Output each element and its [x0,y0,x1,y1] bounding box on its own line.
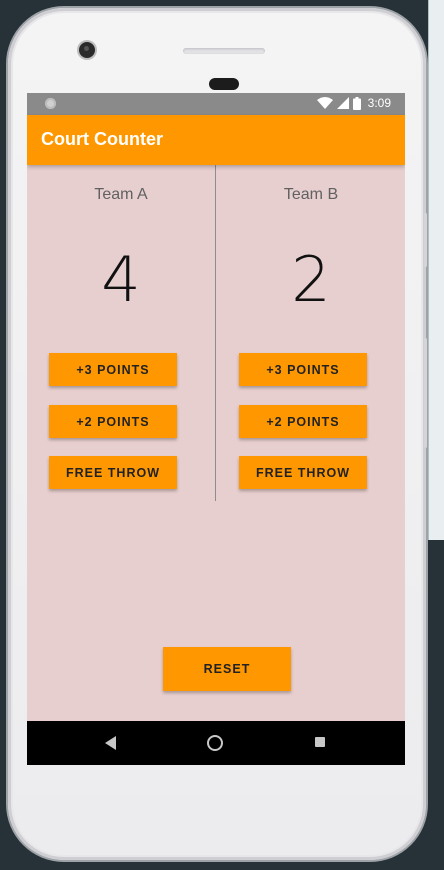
team-b-free-throw-button[interactable]: FREE THROW [239,456,367,489]
front-camera-icon [79,42,95,58]
speaker-grille [183,48,265,54]
earpiece-icon [209,78,239,90]
wifi-icon [316,97,333,109]
status-bar: 3:09 [27,93,405,115]
team-a-score: 4 [101,243,141,316]
app-title: Court Counter [41,129,163,149]
team-a-free-throw-button[interactable]: FREE THROW [49,456,177,489]
reset-button[interactable]: RESET [163,647,291,691]
team-a-column: Team A 4 +3 POINTS +2 POINTS FREE THROW [27,165,215,505]
team-b-score: 2 [291,243,331,316]
team-b-column: Team B 2 +3 POINTS +2 POINTS FREE THROW [217,165,405,505]
notification-dot-icon [45,98,56,109]
home-icon[interactable] [207,735,223,751]
battery-icon [352,96,361,110]
back-icon[interactable] [105,736,117,750]
team-divider [215,165,216,501]
background-panel [428,0,444,540]
main-content: Team A 4 +3 POINTS +2 POINTS FREE THROW … [27,165,405,721]
team-b-name: Team B [283,186,339,203]
status-time: 3:09 [367,96,391,110]
navigation-bar [27,721,405,765]
recents-icon[interactable] [315,737,325,747]
device-screen: 3:09 Court Counter Team A 4 +3 POINTS +2… [27,93,405,765]
team-b-plus-three-button[interactable]: +3 POINTS [239,353,367,386]
team-a-plus-three-button[interactable]: +3 POINTS [49,353,177,386]
team-a-plus-two-button[interactable]: +2 POINTS [49,405,177,438]
app-bar: Court Counter [27,115,405,165]
power-button [424,213,427,267]
volume-button [424,338,427,448]
team-a-name: Team A [94,186,148,203]
signal-icon [336,97,349,109]
team-b-plus-two-button[interactable]: +2 POINTS [239,405,367,438]
